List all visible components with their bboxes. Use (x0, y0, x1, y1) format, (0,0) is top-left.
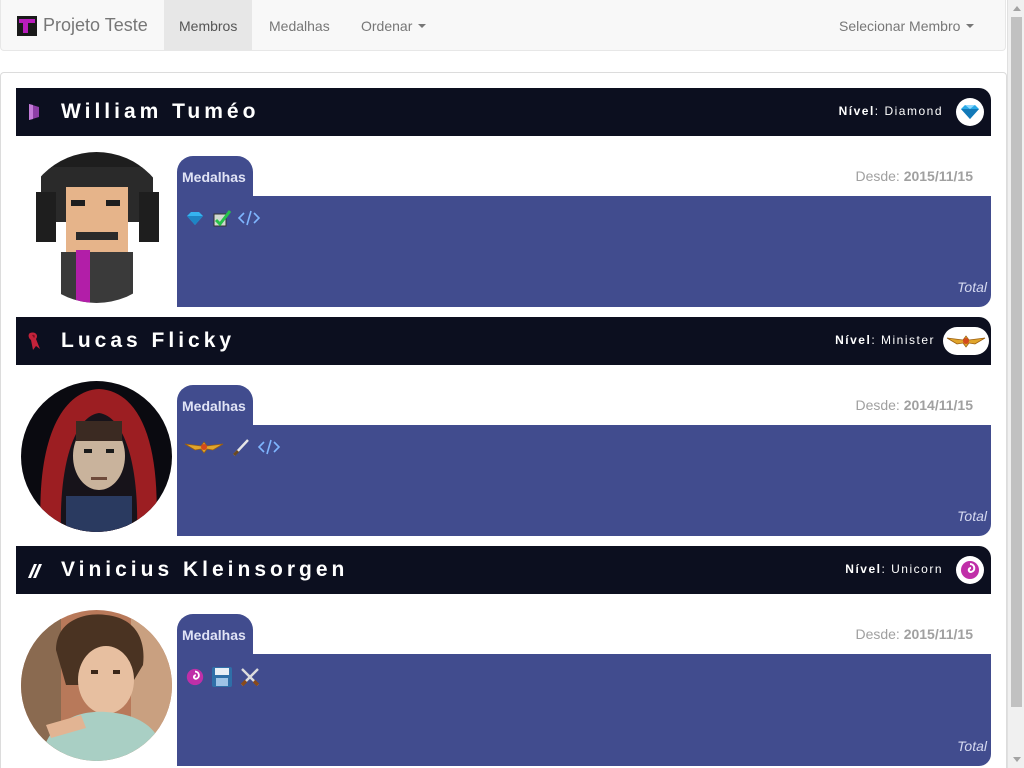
member-since: Desde: 2014/11/15 (855, 397, 973, 413)
scroll-up-arrow-icon[interactable] (1008, 0, 1024, 17)
gold-wings-medal-icon[interactable] (183, 438, 225, 456)
member-header: William Tuméo Nível: Diamond (16, 88, 991, 136)
diamond-icon (956, 98, 984, 126)
nav-item-label: Medalhas (269, 17, 330, 34)
nav-item-label: Ordenar (361, 17, 413, 34)
sword-medal-icon[interactable] (231, 437, 251, 457)
nav-item-membros[interactable]: Membros (164, 0, 253, 51)
member-level: Nível: Minister (835, 333, 935, 347)
since-label: Desde: (855, 397, 900, 413)
member-card: Vinicius Kleinsorgen Nível: Unicorn Meda… (16, 546, 991, 766)
member-card: Lucas Flicky Nível: Minister Medalhas De… (16, 317, 991, 537)
level-label: Nível (845, 562, 882, 576)
nav-item-medalhas[interactable]: Medalhas (254, 0, 345, 51)
level-value: Unicorn (891, 562, 943, 576)
since-date: 2015/11/15 (903, 626, 973, 642)
total-label: Total (957, 508, 987, 524)
caret-down-icon (966, 23, 975, 28)
purple-shield-icon (29, 104, 39, 120)
nav-item-label: Membros (179, 17, 238, 34)
brand-logo-icon (17, 15, 37, 36)
vertical-scrollbar[interactable] (1007, 0, 1024, 768)
member-level: Nível: Unicorn (845, 562, 943, 576)
medals-tab: Medalhas (177, 156, 253, 198)
total-label: Total (957, 279, 987, 295)
code-medal-icon[interactable] (257, 437, 281, 457)
since-date: 2015/11/15 (903, 168, 973, 184)
nav-dropdown-ordenar[interactable]: Ordenar (346, 0, 441, 51)
brand-link[interactable]: Projeto Teste (17, 0, 148, 51)
medals-panel: Total (177, 425, 991, 536)
pink-swirl-icon (956, 556, 984, 584)
pink-swirl-medal-icon[interactable] (185, 667, 205, 687)
avatar (21, 381, 172, 532)
scrollbar-thumb[interactable] (1011, 17, 1022, 707)
member-header: Vinicius Kleinsorgen Nível: Unicorn (16, 546, 991, 594)
member-level: Nível: Diamond (838, 104, 943, 118)
avatar (21, 152, 172, 303)
crossed-swords-medal-icon[interactable] (239, 666, 261, 688)
scroll-down-arrow-icon[interactable] (1008, 751, 1024, 768)
since-date: 2014/11/15 (903, 397, 973, 413)
select-member-label: Selecionar Membro (839, 17, 961, 34)
diamond-medal-icon[interactable] (185, 208, 205, 228)
gold-wings-icon (943, 327, 989, 355)
member-header: Lucas Flicky Nível: Minister (16, 317, 991, 365)
member-since: Desde: 2015/11/15 (855, 626, 973, 642)
top-navbar: Projeto Teste Membros Medalhas Ordenar S… (0, 0, 1006, 51)
member-name: Lucas Flicky (61, 329, 236, 352)
since-label: Desde: (855, 626, 900, 642)
level-label: Nível (838, 104, 875, 118)
check-medal-icon[interactable] (211, 208, 231, 228)
medals-tab: Medalhas (177, 614, 253, 656)
medals-panel: Total (177, 196, 991, 307)
white-stripes-icon (28, 564, 42, 578)
select-member-dropdown[interactable]: Selecionar Membro (824, 0, 989, 51)
medals-tab: Medalhas (177, 385, 253, 427)
member-name: William Tuméo (61, 100, 260, 123)
brand-name: Projeto Teste (43, 15, 148, 35)
caret-down-icon (418, 23, 427, 28)
level-value: Diamond (884, 104, 943, 118)
total-label: Total (957, 738, 987, 754)
member-name: Vinicius Kleinsorgen (61, 558, 349, 581)
member-card: William Tuméo Nível: Diamond Medalhas De… (16, 88, 991, 308)
level-label: Nível (835, 333, 872, 347)
medals-panel: Total (177, 654, 991, 766)
since-label: Desde: (855, 168, 900, 184)
red-ribbon-icon (28, 332, 40, 350)
avatar (21, 610, 172, 761)
level-value: Minister (880, 333, 935, 347)
floppy-disk-medal-icon[interactable] (211, 666, 233, 688)
member-since: Desde: 2015/11/15 (855, 168, 973, 184)
code-medal-icon[interactable] (237, 208, 261, 228)
